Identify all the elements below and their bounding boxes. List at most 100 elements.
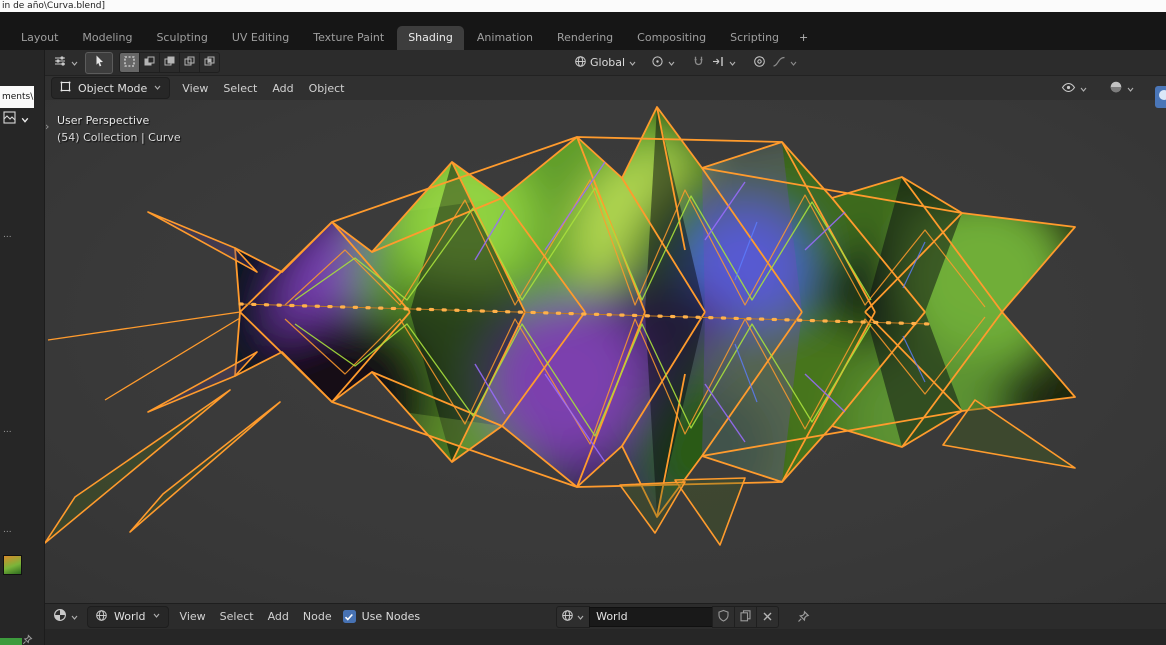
- world-id-block: [556, 605, 780, 628]
- mode-label: Object Mode: [78, 81, 148, 95]
- proportional-editing-toggle[interactable]: [753, 53, 766, 72]
- left-path-fragment: ments\: [0, 86, 34, 108]
- viewport-header: Object Mode View Select Add Object: [45, 76, 1166, 100]
- editor-type-selector[interactable]: [53, 607, 79, 626]
- falloff-dropdown[interactable]: [772, 53, 798, 72]
- menu-node[interactable]: Node: [300, 608, 335, 625]
- eye-icon: [1061, 79, 1076, 98]
- pages-icon: [739, 607, 752, 626]
- shield-icon: [717, 607, 730, 626]
- cursor-arrow-icon: [93, 53, 106, 72]
- menu-add[interactable]: Add: [265, 608, 292, 625]
- magnet-icon: [692, 53, 705, 72]
- tab-rendering[interactable]: Rendering: [546, 26, 624, 50]
- pin-icon-small[interactable]: [22, 630, 33, 645]
- shader-editor-canvas[interactable]: [45, 629, 1166, 645]
- image-icon: [2, 110, 17, 129]
- shader-context-label: World: [114, 610, 146, 623]
- menu-view[interactable]: View: [177, 608, 209, 625]
- snap-toggle[interactable]: [692, 53, 705, 72]
- concentric-circles-icon: [753, 53, 766, 72]
- chevron-down-icon: [153, 82, 162, 95]
- viewport-collection-label: (54) Collection | Curve: [57, 131, 181, 144]
- tab-animation[interactable]: Animation: [466, 26, 544, 50]
- viewport-perspective-label: User Perspective: [57, 114, 150, 127]
- browse-world-button[interactable]: [556, 605, 591, 628]
- world-globe-icon: [561, 607, 574, 626]
- menu-select[interactable]: Select: [217, 608, 257, 625]
- chevron-down-icon: [70, 53, 79, 72]
- tab-modeling[interactable]: Modeling: [71, 26, 143, 50]
- overlap-squares-icon: [203, 53, 216, 72]
- snap-target-dropdown[interactable]: [711, 53, 737, 72]
- window-title: in de año\Curva.blend]: [2, 1, 106, 11]
- tab-compositing[interactable]: Compositing: [626, 26, 717, 50]
- fake-user-button[interactable]: [712, 605, 736, 628]
- rendered-shading-active-button[interactable]: [1155, 86, 1166, 108]
- world-name-field[interactable]: [589, 606, 714, 627]
- active-tool-button[interactable]: [85, 51, 113, 74]
- chevron-down-icon: [1079, 79, 1088, 98]
- globe-axis-icon: [574, 53, 587, 72]
- rendered-sphere-icon: [1159, 90, 1166, 100]
- select-mode-invert-button[interactable]: [179, 52, 200, 73]
- add-workspace-button[interactable]: +: [792, 26, 815, 50]
- select-mode-subtract-button[interactable]: [159, 52, 180, 73]
- select-mode-set-button[interactable]: [119, 52, 140, 73]
- workspace-tabs-bar: Layout Modeling Sculpting UV Editing Tex…: [0, 12, 1166, 50]
- orientation-dropdown[interactable]: Global: [574, 53, 637, 72]
- close-icon: [762, 607, 773, 626]
- tab-shading[interactable]: Shading: [397, 26, 464, 50]
- pin-icon[interactable]: [797, 610, 810, 623]
- shader-context-dropdown[interactable]: World: [87, 605, 169, 628]
- chevron-down-icon: [1126, 79, 1135, 98]
- use-nodes-checkbox[interactable]: Use Nodes: [342, 610, 421, 623]
- tab-scripting[interactable]: Scripting: [719, 26, 790, 50]
- pivot-dropdown[interactable]: [651, 53, 676, 72]
- shader-ball-icon: [53, 607, 67, 626]
- shading-sphere-icon: [1109, 79, 1123, 98]
- taskbar-fragment: [0, 638, 22, 645]
- dashed-square-icon: [123, 53, 136, 72]
- left-list-item[interactable]: ...: [3, 525, 12, 535]
- image-thumbnail[interactable]: [3, 555, 22, 575]
- use-nodes-label: Use Nodes: [361, 610, 421, 623]
- checkbox-checked-icon: [342, 610, 356, 623]
- tab-layout[interactable]: Layout: [10, 26, 69, 50]
- select-mode-intersect-button[interactable]: [199, 52, 220, 73]
- tab-texture-paint[interactable]: Texture Paint: [302, 26, 395, 50]
- chevron-down-icon: [789, 53, 798, 72]
- left-editor-strip: ments\ ... ... ...: [0, 50, 45, 645]
- blender-window: in de año\Curva.blend] Layout Modeling S…: [0, 0, 1166, 645]
- new-datablock-button[interactable]: [734, 605, 758, 628]
- toolbar-toggle-arrow[interactable]: ›: [45, 120, 49, 133]
- overlap-squares-icon: [143, 53, 156, 72]
- overlap-squares-icon: [163, 53, 176, 72]
- menu-select[interactable]: Select: [220, 80, 260, 97]
- tab-uv-editing[interactable]: UV Editing: [221, 26, 300, 50]
- editor-tool-selector[interactable]: [53, 53, 79, 72]
- left-datablock-selector[interactable]: [2, 110, 30, 129]
- visibility-dropdown[interactable]: [1061, 79, 1088, 98]
- menu-add[interactable]: Add: [269, 80, 296, 97]
- shading-workspace-area: Global Object Mode View Select Add Objec…: [45, 50, 1166, 645]
- left-list-item[interactable]: ...: [3, 425, 12, 435]
- object-mode-icon: [59, 80, 72, 96]
- chevron-down-icon: [20, 110, 30, 129]
- path-text: ments\: [2, 92, 34, 102]
- tab-sculpting[interactable]: Sculpting: [145, 26, 218, 50]
- menu-view[interactable]: View: [179, 80, 211, 97]
- falloff-curve-icon: [772, 53, 786, 72]
- shading-mode-dropdown[interactable]: [1109, 79, 1135, 98]
- overlap-squares-icon: [183, 53, 196, 72]
- mode-dropdown[interactable]: Object Mode: [51, 77, 171, 99]
- tool-settings-header: Global: [45, 50, 1166, 76]
- shader-editor-header: World View Select Add Node Use Nodes: [45, 603, 1166, 629]
- pivot-point-icon: [651, 53, 664, 72]
- menu-object[interactable]: Object: [306, 80, 348, 97]
- unlink-button[interactable]: [756, 605, 780, 628]
- window-title-bar: in de año\Curva.blend]: [0, 0, 1166, 12]
- left-list-item[interactable]: ...: [3, 230, 12, 240]
- select-mode-extend-button[interactable]: [139, 52, 160, 73]
- 3d-viewport[interactable]: › User Perspective (54) Collection | Cur…: [45, 100, 1166, 603]
